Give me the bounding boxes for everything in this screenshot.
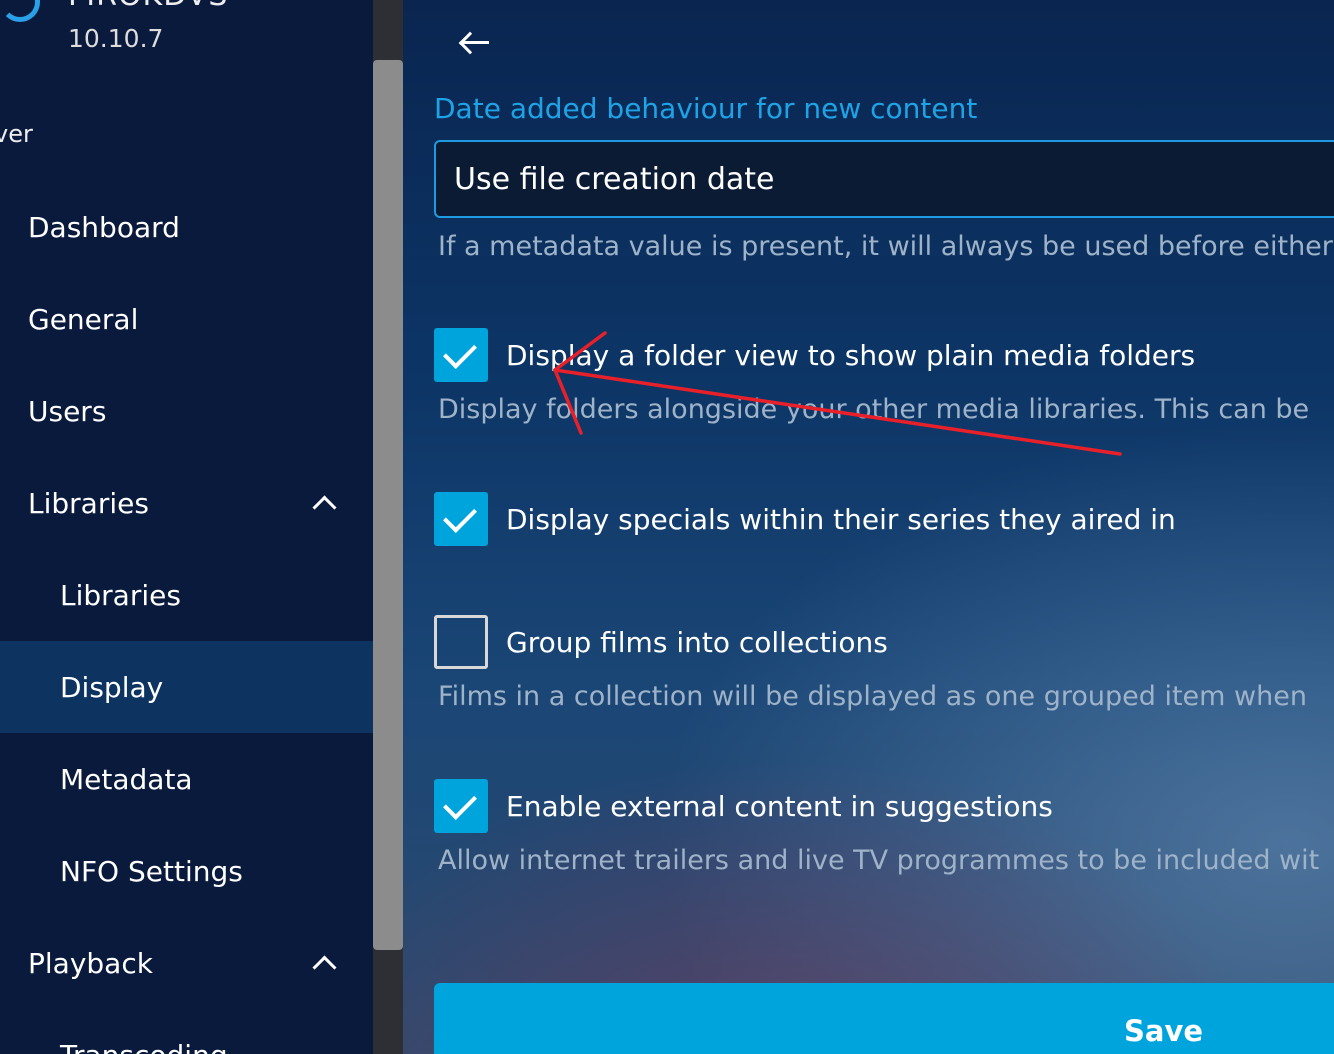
- date-added-select[interactable]: Use file creation date: [434, 140, 1334, 218]
- sidebar-item-label: Metadata: [60, 762, 193, 796]
- sidebar-item-label: General: [28, 302, 139, 336]
- sidebar-item-label: Users: [28, 394, 107, 428]
- sidebar-item-label: Libraries: [28, 486, 149, 520]
- sidebar-item-playback-group[interactable]: Playback: [0, 917, 373, 1009]
- sidebar-item-display[interactable]: Display: [0, 641, 373, 733]
- sidebar-item-dashboard[interactable]: Dashboard: [0, 181, 373, 273]
- jellyfin-logo-icon: [0, 0, 40, 22]
- server-version: 10.10.7: [68, 24, 164, 53]
- checkbox-group-collections[interactable]: Group films into collections: [434, 614, 888, 670]
- date-added-value: Use file creation date: [454, 161, 775, 197]
- group-collections-help: Films in a collection will be displayed …: [438, 681, 1307, 712]
- sidebar-item-label: Playback: [28, 946, 153, 980]
- sidebar-item-label: Dashboard: [28, 210, 180, 244]
- date-added-label: Date added behaviour for new content: [434, 92, 978, 125]
- sidebar-item-libraries[interactable]: Libraries: [0, 549, 373, 641]
- sidebar-item-label: Display: [60, 670, 164, 704]
- checkbox-display-specials[interactable]: Display specials within their series the…: [434, 491, 1176, 547]
- sidebar-item-label: Libraries: [60, 578, 181, 612]
- chevron-up-icon[interactable]: [312, 495, 337, 520]
- chevron-up-icon[interactable]: [312, 955, 337, 980]
- folder-view-help: Display folders alongside your other med…: [438, 394, 1310, 425]
- scrollbar-thumb[interactable]: [373, 60, 403, 950]
- checkbox-folder-view[interactable]: Display a folder view to show plain medi…: [434, 327, 1195, 383]
- server-name: FIROKDVS: [68, 0, 228, 13]
- checkbox-unchecked-icon[interactable]: [434, 615, 488, 669]
- save-button[interactable]: Save: [434, 983, 1334, 1054]
- section-label: ver: [0, 120, 33, 148]
- checkbox-checked-icon[interactable]: [434, 328, 488, 382]
- sidebar-item-metadata[interactable]: Metadata: [0, 733, 373, 825]
- sidebar-item-users[interactable]: Users: [0, 365, 373, 457]
- main-content: Date added behaviour for new content Use…: [403, 0, 1334, 1054]
- sidebar-item-general[interactable]: General: [0, 273, 373, 365]
- sidebar-item-label: NFO Settings: [60, 854, 243, 888]
- checkbox-checked-icon[interactable]: [434, 779, 488, 833]
- sidebar: FIROKDVS 10.10.7 ver Dashboard General U…: [0, 0, 373, 1054]
- checkbox-label: Enable external content in suggestions: [506, 789, 1053, 823]
- sidebar-item-transcoding[interactable]: Transcoding: [0, 1009, 373, 1054]
- sidebar-item-label: Transcoding: [60, 1039, 228, 1054]
- checkbox-label: Display a folder view to show plain medi…: [506, 338, 1196, 372]
- date-added-help: If a metadata value is present, it will …: [438, 231, 1333, 262]
- checkbox-label: Group films into collections: [506, 625, 888, 659]
- checkbox-external-content[interactable]: Enable external content in suggestions: [434, 778, 1053, 834]
- checkbox-label: Display specials within their series the…: [506, 502, 1176, 536]
- sidebar-item-nfo-settings[interactable]: NFO Settings: [0, 825, 373, 917]
- back-arrow-icon[interactable]: [457, 26, 491, 60]
- sidebar-item-libraries-group[interactable]: Libraries: [0, 457, 373, 549]
- checkbox-checked-icon[interactable]: [434, 492, 488, 546]
- external-content-help: Allow internet trailers and live TV prog…: [438, 845, 1320, 876]
